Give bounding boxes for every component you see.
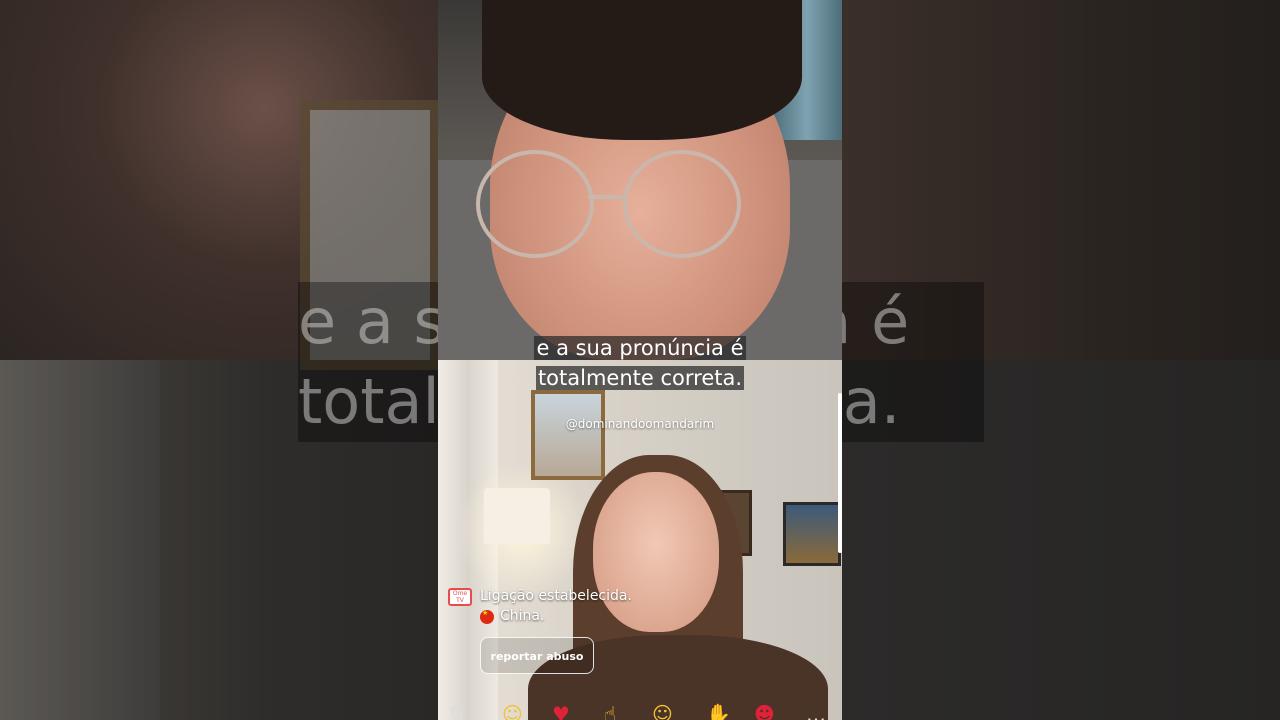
subtitle-line1: e a sua pronúncia é xyxy=(534,336,746,360)
lamp xyxy=(484,488,550,544)
subtitle-line2: totalmente correta. xyxy=(535,366,745,390)
report-abuse-button[interactable]: reportar abuso xyxy=(480,637,594,674)
glasses-icon xyxy=(476,150,594,258)
reaction-bar: ↻ ☺ ♥ ☝ ☺ ✋ ☻ … xyxy=(438,702,842,720)
remote-video xyxy=(438,0,842,360)
country-text: China. xyxy=(500,608,545,624)
waving-hand-icon[interactable]: ✋ xyxy=(706,702,731,720)
connection-status-text: Ligação estabelecida. xyxy=(480,588,632,604)
heart-eyes-emoji-icon[interactable]: ☻ xyxy=(754,702,775,720)
heart-icon[interactable]: ♥ xyxy=(552,702,570,720)
china-flag-icon xyxy=(480,609,494,624)
thumbs-up-icon[interactable]: ☝ xyxy=(604,702,616,720)
painting xyxy=(531,390,605,480)
ometv-logo-icon: Ome TV xyxy=(448,588,472,606)
grinning-emoji-icon[interactable]: ☺ xyxy=(502,702,523,720)
channel-handle: @dominandoomandarim xyxy=(565,417,715,431)
laughing-emoji-icon[interactable]: ☺ xyxy=(652,702,673,720)
local-person-face xyxy=(593,472,719,632)
refresh-icon[interactable]: ↻ xyxy=(448,702,465,720)
more-icon[interactable]: … xyxy=(806,702,826,720)
scrollbar[interactable] xyxy=(838,393,842,553)
video-call-panel: e a sua pronúncia é totalmente correta. … xyxy=(438,0,842,720)
